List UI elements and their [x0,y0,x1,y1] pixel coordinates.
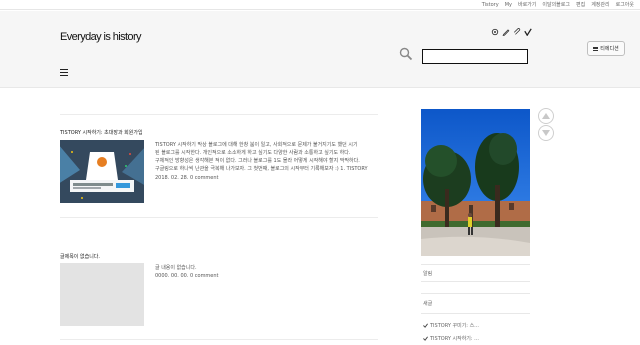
content-divider [60,217,378,218]
top-menu-my[interactable]: My [505,1,512,9]
recent-post-title: TISTORY 시작하기: ... [430,336,479,342]
menu-icon[interactable] [60,69,68,76]
recent-post-item[interactable]: TISTORY 시작하기: ... [423,335,479,342]
gear-icon[interactable] [491,28,499,36]
post-excerpt[interactable]: TISTORY 시작하기 막상 블로그에 대해 한창 붐이 일고, 사회적으로 … [155,141,378,173]
post-title[interactable]: 글제목이 없습니다. [60,253,100,260]
post-thumbnail[interactable] [60,140,144,203]
search-input[interactable] [422,49,528,64]
content-divider [60,339,378,340]
sidebar-divider [421,313,530,314]
edition-button-label: 티에디션 [600,46,619,52]
top-menu-tistory[interactable]: Tistory [482,1,499,9]
recent-post-item[interactable]: TISTORY 꾸미기: 스... [423,322,479,329]
top-menu-shortcuts[interactable]: 바로가기 [518,1,536,9]
check-icon [423,323,428,328]
top-menu-edit[interactable]: 편집 [576,1,585,9]
scroll-up-button[interactable] [538,108,554,124]
search-icon[interactable] [399,47,413,61]
recent-post-title: TISTORY 꾸미기: 스... [430,323,479,329]
notice-heading: 알림 [423,271,433,277]
post-excerpt[interactable]: 글 내용이 없습니다. [155,264,378,272]
profile-photo[interactable] [421,109,530,256]
top-menu-blog-of-month[interactable]: 이달의블로그 [542,1,570,9]
top-menu-account[interactable]: 계정관리 [591,1,609,9]
excerpt-line: TISTORY 시작하기 막상 블로그에 대해 한창 붐이 일고, 사회적으로 … [155,142,358,148]
edition-button[interactable]: 티에디션 [587,41,625,56]
top-utility-bar: Tistory My 바로가기 이달의블로그 편집 계정관리 로그아웃 [0,0,640,10]
sidebar-divider [421,264,530,265]
top-menu-logout[interactable]: 로그아웃 [616,1,634,9]
sidebar-divider [421,281,530,282]
blog-header: Everyday is history 티에디션 [0,11,640,88]
excerpt-line: 구글링으로 하나씩 난관을 극복해 나가보자. 그 첫번째, 블로그의 시작부터… [155,166,368,172]
top-menu: Tistory My 바로가기 이달의블로그 편집 계정관리 로그아웃 [482,1,634,9]
excerpt-line: 글 내용이 없습니다. [155,265,197,271]
post-meta: 2018. 02. 28. 0 comment [155,175,219,181]
content-divider [60,114,378,115]
list-icon [593,46,599,51]
stats-icon[interactable] [524,28,532,36]
arrow-down-icon [542,130,550,136]
scroll-down-button[interactable] [538,125,554,141]
recent-posts-heading: 새글 [423,301,433,307]
check-icon [423,336,428,341]
paperclip-icon[interactable] [513,28,521,36]
post-meta: 0000. 00. 00. 0 comment [155,273,219,279]
site-title[interactable]: Everyday is history [60,31,142,43]
sidebar-divider [421,293,530,294]
pencil-icon[interactable] [502,28,510,36]
tool-icons [491,28,532,36]
post-title[interactable]: TISTORY 시작하기: 초대장과 회원가입 [60,129,143,136]
arrow-up-icon [542,113,550,119]
excerpt-line: 구체적인 방향성은 생각해본 적이 없다. 그러나 블로그를 1도 몰라 어떻게… [155,158,360,164]
post-thumbnail-placeholder[interactable] [60,263,144,326]
excerpt-line: 된 블로그를 시작한다. 개인적으로 소소하게 하고 싶기도 다양한 사람과 소… [155,150,351,156]
